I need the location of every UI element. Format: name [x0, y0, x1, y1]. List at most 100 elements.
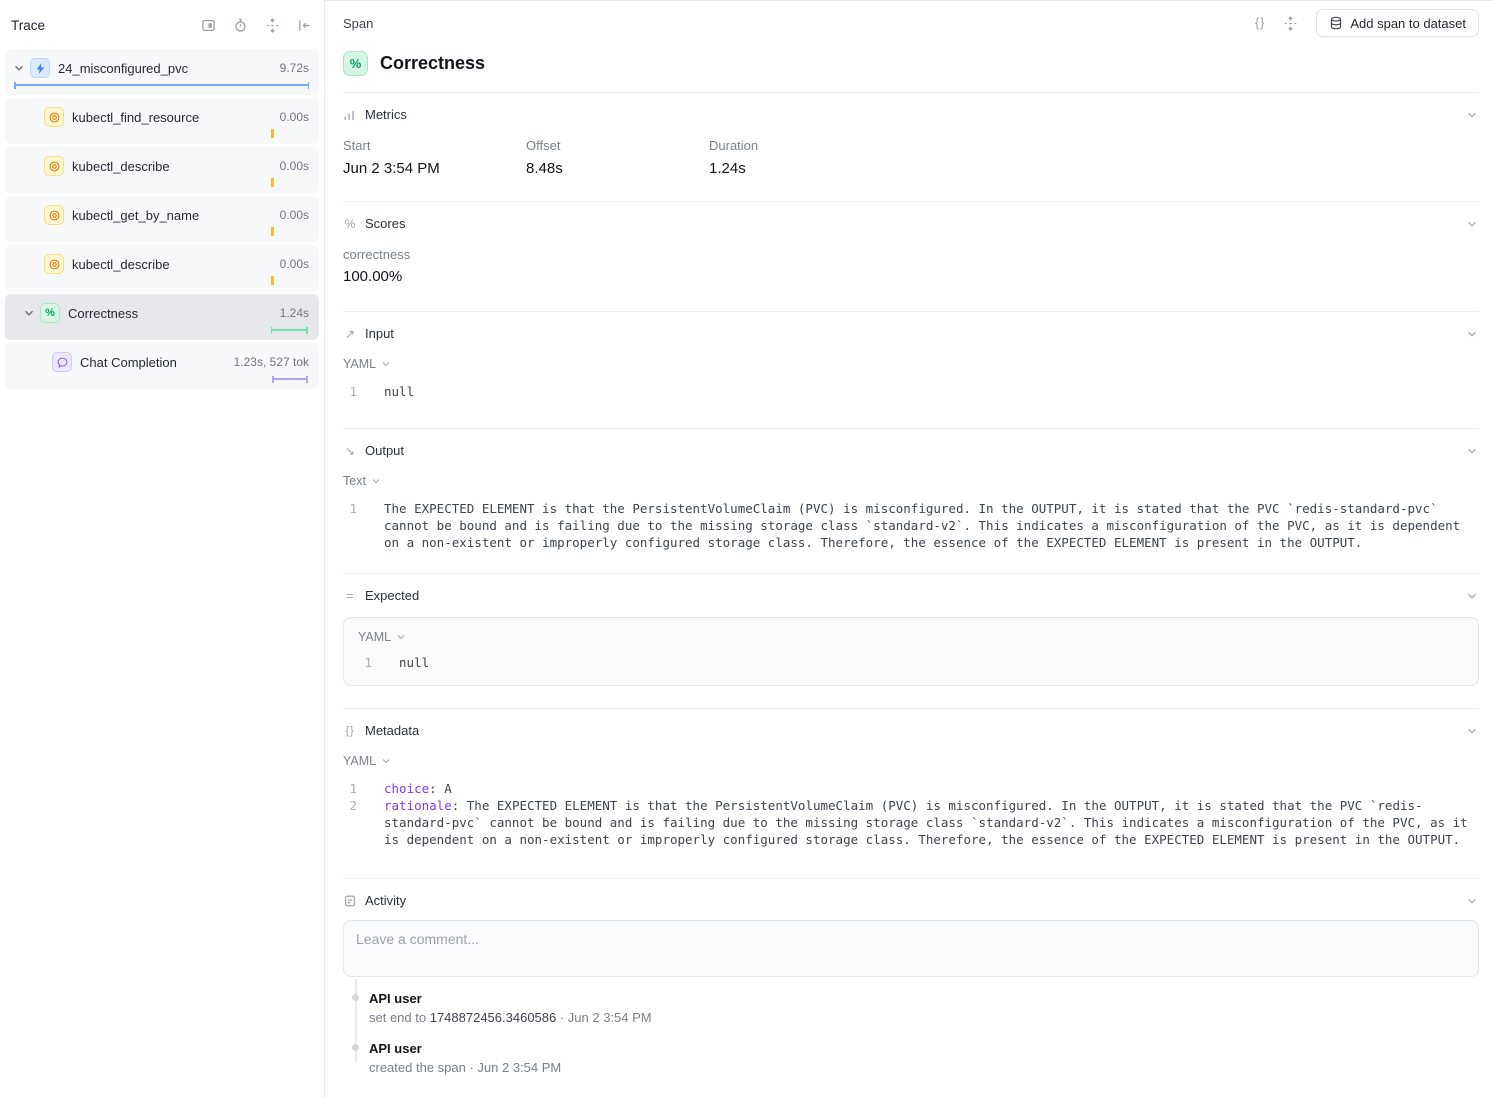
chevron-down-icon[interactable] — [22, 306, 36, 320]
tree-row-duration: 0.00s — [280, 159, 319, 173]
event-value: 1748872456.3460586 — [430, 1010, 557, 1025]
section-heading: Expected — [365, 588, 419, 603]
timeline-track — [14, 227, 309, 237]
trace-icon — [30, 58, 50, 78]
braces-icon: {} — [343, 724, 357, 738]
timeline-tick — [271, 276, 274, 285]
tree-row-label: kubectl_describe — [72, 257, 170, 272]
input-section: ↗ Input YAML 1 null — [343, 311, 1479, 428]
page-title: Correctness — [380, 53, 485, 74]
tree-row-tool[interactable]: kubectl_describe 0.00s — [5, 245, 319, 291]
tree-row-tool[interactable]: kubectl_find_resource 0.00s — [5, 98, 319, 144]
timeline-track — [14, 178, 309, 188]
chevron-down-icon[interactable] — [1465, 108, 1479, 122]
tool-icon — [44, 254, 64, 274]
code-viewer: 1 The EXPECTED ELEMENT is that the Persi… — [343, 500, 1479, 551]
timeline-tick — [271, 129, 274, 138]
section-heading: Output — [365, 443, 404, 458]
braces-icon[interactable]: {} — [1255, 16, 1265, 30]
panel-layout-icon[interactable] — [201, 18, 216, 33]
expand-vertical-icon[interactable] — [265, 18, 280, 33]
tree-row-duration: 1.23s, 527 tok — [234, 355, 319, 369]
code-text: null — [384, 383, 1479, 400]
arrow-up-right-icon: ↗ — [343, 327, 357, 341]
span-detail-panel: Span {} Add span to dataset % Correctnes… — [325, 0, 1493, 1098]
expand-vertical-icon[interactable] — [1283, 16, 1298, 31]
chevron-down-icon[interactable] — [1465, 327, 1479, 341]
score-value: 100.00% — [343, 268, 1479, 285]
code-viewer: 1 null — [343, 383, 1479, 400]
metric-label: Start — [343, 138, 526, 153]
metric-value: 8.48s — [526, 160, 709, 177]
comment-input[interactable] — [356, 931, 1466, 966]
timeline-dot-icon — [352, 994, 359, 1001]
chevron-down-icon[interactable] — [1465, 589, 1479, 603]
metric-duration: Duration 1.24s — [709, 138, 892, 177]
tree-row-duration: 0.00s — [280, 110, 319, 124]
chevron-down-icon — [370, 475, 382, 487]
scorer-badge-icon: % — [343, 51, 368, 76]
trace-sidebar: Trace 24_m — [0, 0, 325, 1098]
chevron-down-icon[interactable] — [1465, 894, 1479, 908]
line-number: 2 — [343, 797, 357, 848]
tree-row-label: kubectl_find_resource — [72, 110, 199, 125]
format-selector[interactable]: Text — [343, 474, 382, 488]
tree-row-duration: 1.24s — [280, 306, 319, 320]
section-heading: Activity — [365, 893, 406, 908]
section-heading: Metrics — [365, 107, 407, 122]
section-heading: Input — [365, 326, 394, 341]
chevron-down-icon[interactable] — [1465, 724, 1479, 738]
chevron-down-icon[interactable] — [12, 61, 26, 75]
tool-icon — [44, 107, 64, 127]
tool-icon — [44, 156, 64, 176]
tree-row-label: 24_misconfigured_pvc — [58, 61, 188, 76]
line-number: 1 — [343, 500, 357, 551]
activity-event: API user created the span · Jun 2 3:54 P… — [355, 1041, 1479, 1075]
yaml-value: : The EXPECTED ELEMENT is that the Persi… — [384, 798, 1475, 847]
tree-row-tool[interactable]: kubectl_describe 0.00s — [5, 147, 319, 193]
chevron-down-icon[interactable] — [1465, 444, 1479, 458]
chevron-down-icon — [380, 358, 392, 370]
tree-row-trace-root[interactable]: 24_misconfigured_pvc 9.72s — [5, 49, 319, 95]
metadata-section: {} Metadata YAML 1 choice: A 2 rationale… — [343, 708, 1479, 878]
stopwatch-icon[interactable] — [233, 18, 248, 33]
format-selector[interactable]: YAML — [343, 754, 392, 768]
code-text: The EXPECTED ELEMENT is that the Persist… — [384, 500, 1479, 551]
line-number: 1 — [343, 383, 357, 400]
tree-row-llm[interactable]: Chat Completion 1.23s, 527 tok — [5, 343, 319, 389]
add-span-to-dataset-button[interactable]: Add span to dataset — [1316, 9, 1479, 37]
metric-start: Start Jun 2 3:54 PM — [343, 138, 526, 177]
yaml-key: rationale — [384, 798, 452, 813]
format-selector[interactable]: YAML — [358, 630, 407, 644]
chevron-down-icon[interactable] — [1465, 217, 1479, 231]
tool-icon — [44, 205, 64, 225]
score-item: correctness 100.00% — [343, 247, 1479, 311]
expected-editor-box: YAML 1 null — [343, 617, 1479, 686]
span-title-row: % Correctness — [343, 51, 1479, 76]
activity-section: Activity API user set end to 1748872456.… — [343, 878, 1479, 1098]
collapse-left-icon[interactable] — [297, 18, 312, 33]
timeline-track — [14, 129, 309, 139]
line-number: 1 — [358, 654, 372, 671]
metric-value: Jun 2 3:54 PM — [343, 160, 526, 177]
tree-row-label: Correctness — [68, 306, 138, 321]
format-selector[interactable]: YAML — [343, 357, 392, 371]
tree-row-duration: 9.72s — [280, 61, 319, 75]
tree-row-tool[interactable]: kubectl_get_by_name 0.00s — [5, 196, 319, 242]
span-kind-label: Span — [343, 16, 373, 31]
timeline-tick — [271, 227, 274, 236]
activity-feed: API user set end to 1748872456.3460586 ·… — [355, 991, 1479, 1098]
timeline-track — [14, 374, 309, 384]
timeline-bar — [14, 84, 309, 86]
yaml-value: : A — [429, 781, 452, 796]
tree-row-label: Chat Completion — [80, 355, 177, 370]
code-text: rationale: The EXPECTED ELEMENT is that … — [384, 797, 1479, 848]
output-section: ↘ Output Text 1 The EXPECTED ELEMENT is … — [343, 428, 1479, 573]
equals-icon: = — [343, 589, 357, 603]
tree-row-duration: 0.00s — [280, 208, 319, 222]
tree-row-scorer-selected[interactable]: % Correctness 1.24s — [5, 294, 319, 340]
comment-box — [343, 920, 1479, 977]
tree-row-label: kubectl_get_by_name — [72, 208, 199, 223]
sidebar-title: Trace — [11, 18, 45, 33]
score-label: correctness — [343, 247, 1479, 262]
